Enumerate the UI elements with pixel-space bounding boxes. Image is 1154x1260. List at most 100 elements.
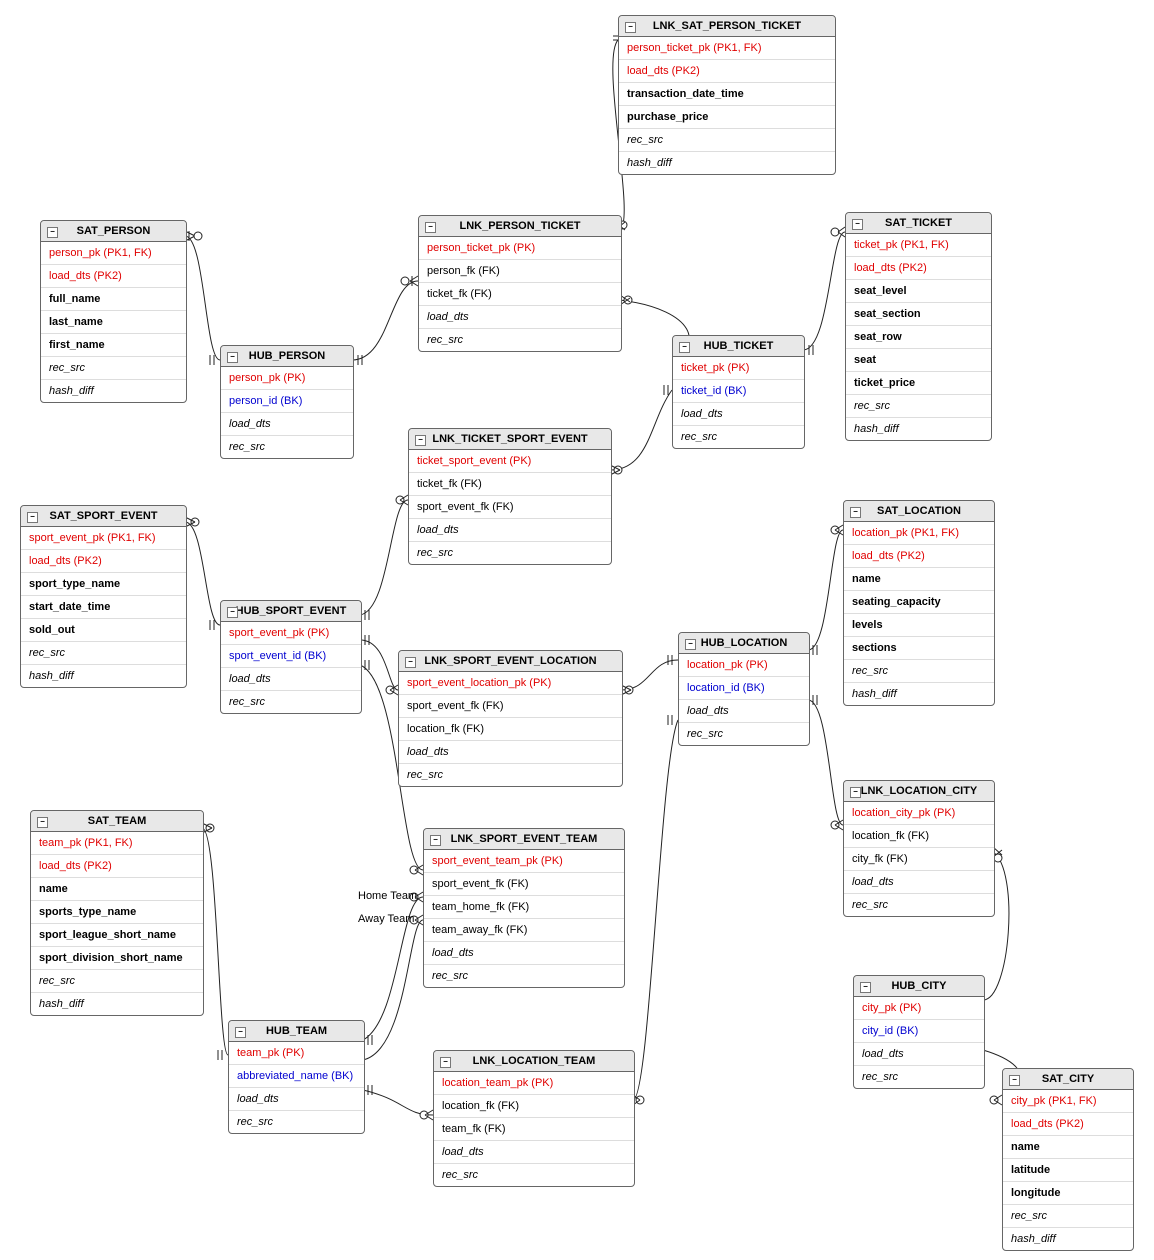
entity-lnk-location-city[interactable]: −LNK_LOCATION_CITY location_city_pk (PK)…: [843, 780, 995, 917]
column-row: hash_diff: [31, 993, 203, 1015]
column-row: load_dts (PK2): [31, 855, 203, 878]
column-row: person_ticket_pk (PK): [419, 237, 621, 260]
column-row: load_dts (PK2): [846, 257, 991, 280]
column-row: hash_diff: [844, 683, 994, 705]
column-row: person_pk (PK1, FK): [41, 242, 186, 265]
entity-lnk-sat-person-ticket[interactable]: −LNK_SAT_PERSON_TICKET person_ticket_pk …: [618, 15, 836, 175]
entity-title: HUB_CITY: [891, 980, 946, 992]
collapse-icon[interactable]: −: [405, 657, 416, 668]
column-row: load_dts: [399, 741, 622, 764]
column-row: location_city_pk (PK): [844, 802, 994, 825]
column-row: rec_src: [221, 691, 361, 713]
collapse-icon[interactable]: −: [47, 227, 58, 238]
column-row: team_away_fk (FK): [424, 919, 624, 942]
entity-sat-sport-event[interactable]: −SAT_SPORT_EVENT sport_event_pk (PK1, FK…: [20, 505, 187, 688]
column-row: hash_diff: [619, 152, 835, 174]
column-row: ticket_fk (FK): [409, 473, 611, 496]
column-row: sport_event_id (BK): [221, 645, 361, 668]
collapse-icon[interactable]: −: [685, 639, 696, 650]
entity-sat-location[interactable]: − SAT_LOCATION location_pk (PK1, FK)load_…: [843, 500, 995, 706]
column-row: ticket_price: [846, 372, 991, 395]
column-row: sport_event_team_pk (PK): [424, 850, 624, 873]
entity-hub-city[interactable]: −HUB_CITY city_pk (PK)city_id (BK)load_d…: [853, 975, 985, 1089]
column-row: hash_diff: [41, 380, 186, 402]
collapse-icon[interactable]: −: [235, 1027, 246, 1038]
column-row: location_fk (FK): [399, 718, 622, 741]
column-row: person_pk (PK): [221, 367, 353, 390]
entity-title: HUB_TEAM: [266, 1025, 327, 1037]
column-row: load_dts: [409, 519, 611, 542]
column-row: city_fk (FK): [844, 848, 994, 871]
column-row: rec_src: [409, 542, 611, 564]
column-row: longitude: [1003, 1182, 1133, 1205]
collapse-icon[interactable]: −: [27, 512, 38, 523]
er-diagram-canvas: −SAT_PERSON person_pk (PK1, FK)load_dts …: [0, 0, 1154, 1260]
collapse-icon[interactable]: −: [425, 222, 436, 233]
column-row: purchase_price: [619, 106, 835, 129]
collapse-icon[interactable]: −: [852, 219, 863, 230]
entity-hub-team[interactable]: −HUB_TEAM team_pk (PK)abbreviated_name (…: [228, 1020, 365, 1134]
column-row: city_id (BK): [854, 1020, 984, 1043]
collapse-icon[interactable]: −: [227, 352, 238, 363]
collapse-icon[interactable]: −: [37, 817, 48, 828]
collapse-icon[interactable]: −: [227, 607, 238, 618]
entity-title: LNK_LOCATION_TEAM: [473, 1055, 596, 1067]
column-row: load_dts: [221, 413, 353, 436]
column-row: rec_src: [31, 970, 203, 993]
collapse-icon[interactable]: −: [430, 835, 441, 846]
entity-lnk-sport-event-team[interactable]: −LNK_SPORT_EVENT_TEAM sport_event_team_p…: [423, 828, 625, 988]
column-row: seat_row: [846, 326, 991, 349]
column-row: rec_src: [41, 357, 186, 380]
collapse-icon[interactable]: −: [679, 342, 690, 353]
column-row: team_home_fk (FK): [424, 896, 624, 919]
column-row: full_name: [41, 288, 186, 311]
entity-sat-city[interactable]: −SAT_CITY city_pk (PK1, FK)load_dts (PK2…: [1002, 1068, 1134, 1251]
entity-title: SAT_LOCATION: [877, 505, 961, 517]
entity-lnk-person-ticket[interactable]: −LNK_PERSON_TICKET person_ticket_pk (PK)…: [418, 215, 622, 352]
collapse-icon[interactable]: −: [415, 435, 426, 446]
collapse-icon[interactable]: −: [1009, 1075, 1020, 1086]
column-row: rec_src: [844, 660, 994, 683]
column-row: person_fk (FK): [419, 260, 621, 283]
column-row: ticket_pk (PK1, FK): [846, 234, 991, 257]
column-row: seat_section: [846, 303, 991, 326]
entity-sat-ticket[interactable]: − SAT_TICKET ticket_pk (PK1, FK)load_dts …: [845, 212, 992, 441]
entity-hub-location[interactable]: −HUB_LOCATION location_pk (PK)location_i…: [678, 632, 810, 746]
collapse-icon[interactable]: −: [440, 1057, 451, 1068]
collapse-icon[interactable]: −: [860, 982, 871, 993]
entity-hub-person[interactable]: −HUB_PERSON person_pk (PK)person_id (BK)…: [220, 345, 354, 459]
column-row: last_name: [41, 311, 186, 334]
column-row: load_dts (PK2): [844, 545, 994, 568]
column-row: name: [31, 878, 203, 901]
entity-title: SAT_TICKET: [885, 217, 952, 229]
column-row: location_pk (PK1, FK): [844, 522, 994, 545]
column-row: location_team_pk (PK): [434, 1072, 634, 1095]
entity-lnk-ticket-sport-event[interactable]: −LNK_TICKET_SPORT_EVENT ticket_sport_eve…: [408, 428, 612, 565]
column-row: name: [1003, 1136, 1133, 1159]
column-row: load_dts (PK2): [1003, 1113, 1133, 1136]
column-row: seating_capacity: [844, 591, 994, 614]
collapse-icon[interactable]: −: [850, 787, 861, 798]
entity-sat-person[interactable]: −SAT_PERSON person_pk (PK1, FK)load_dts …: [40, 220, 187, 403]
collapse-icon[interactable]: −: [850, 507, 861, 518]
entity-sat-team[interactable]: −SAT_TEAM team_pk (PK1, FK)load_dts (PK2…: [30, 810, 204, 1016]
column-row: ticket_fk (FK): [419, 283, 621, 306]
column-row: team_pk (PK1, FK): [31, 832, 203, 855]
column-row: rec_src: [229, 1111, 364, 1133]
entity-title: HUB_LOCATION: [701, 637, 788, 649]
entity-title: LNK_LOCATION_CITY: [861, 785, 978, 797]
entity-hub-ticket[interactable]: −HUB_TICKET ticket_pk (PK)ticket_id (BK)…: [672, 335, 805, 449]
column-row: person_id (BK): [221, 390, 353, 413]
column-row: load_dts: [679, 700, 809, 723]
collapse-icon[interactable]: −: [625, 22, 636, 33]
column-row: sport_event_fk (FK): [424, 873, 624, 896]
column-row: load_dts (PK2): [41, 265, 186, 288]
entity-lnk-location-team[interactable]: − LNK_LOCATION_TEAM location_team_pk (PK)…: [433, 1050, 635, 1187]
column-row: rec_src: [434, 1164, 634, 1186]
column-row: sport_event_fk (FK): [399, 695, 622, 718]
entity-hub-sport-event[interactable]: −HUB_SPORT_EVENT sport_event_pk (PK)spor…: [220, 600, 362, 714]
entity-lnk-sport-event-location[interactable]: −LNK_SPORT_EVENT_LOCATION sport_event_lo…: [398, 650, 623, 787]
column-row: city_pk (PK1, FK): [1003, 1090, 1133, 1113]
column-row: transaction_date_time: [619, 83, 835, 106]
column-row: seat: [846, 349, 991, 372]
